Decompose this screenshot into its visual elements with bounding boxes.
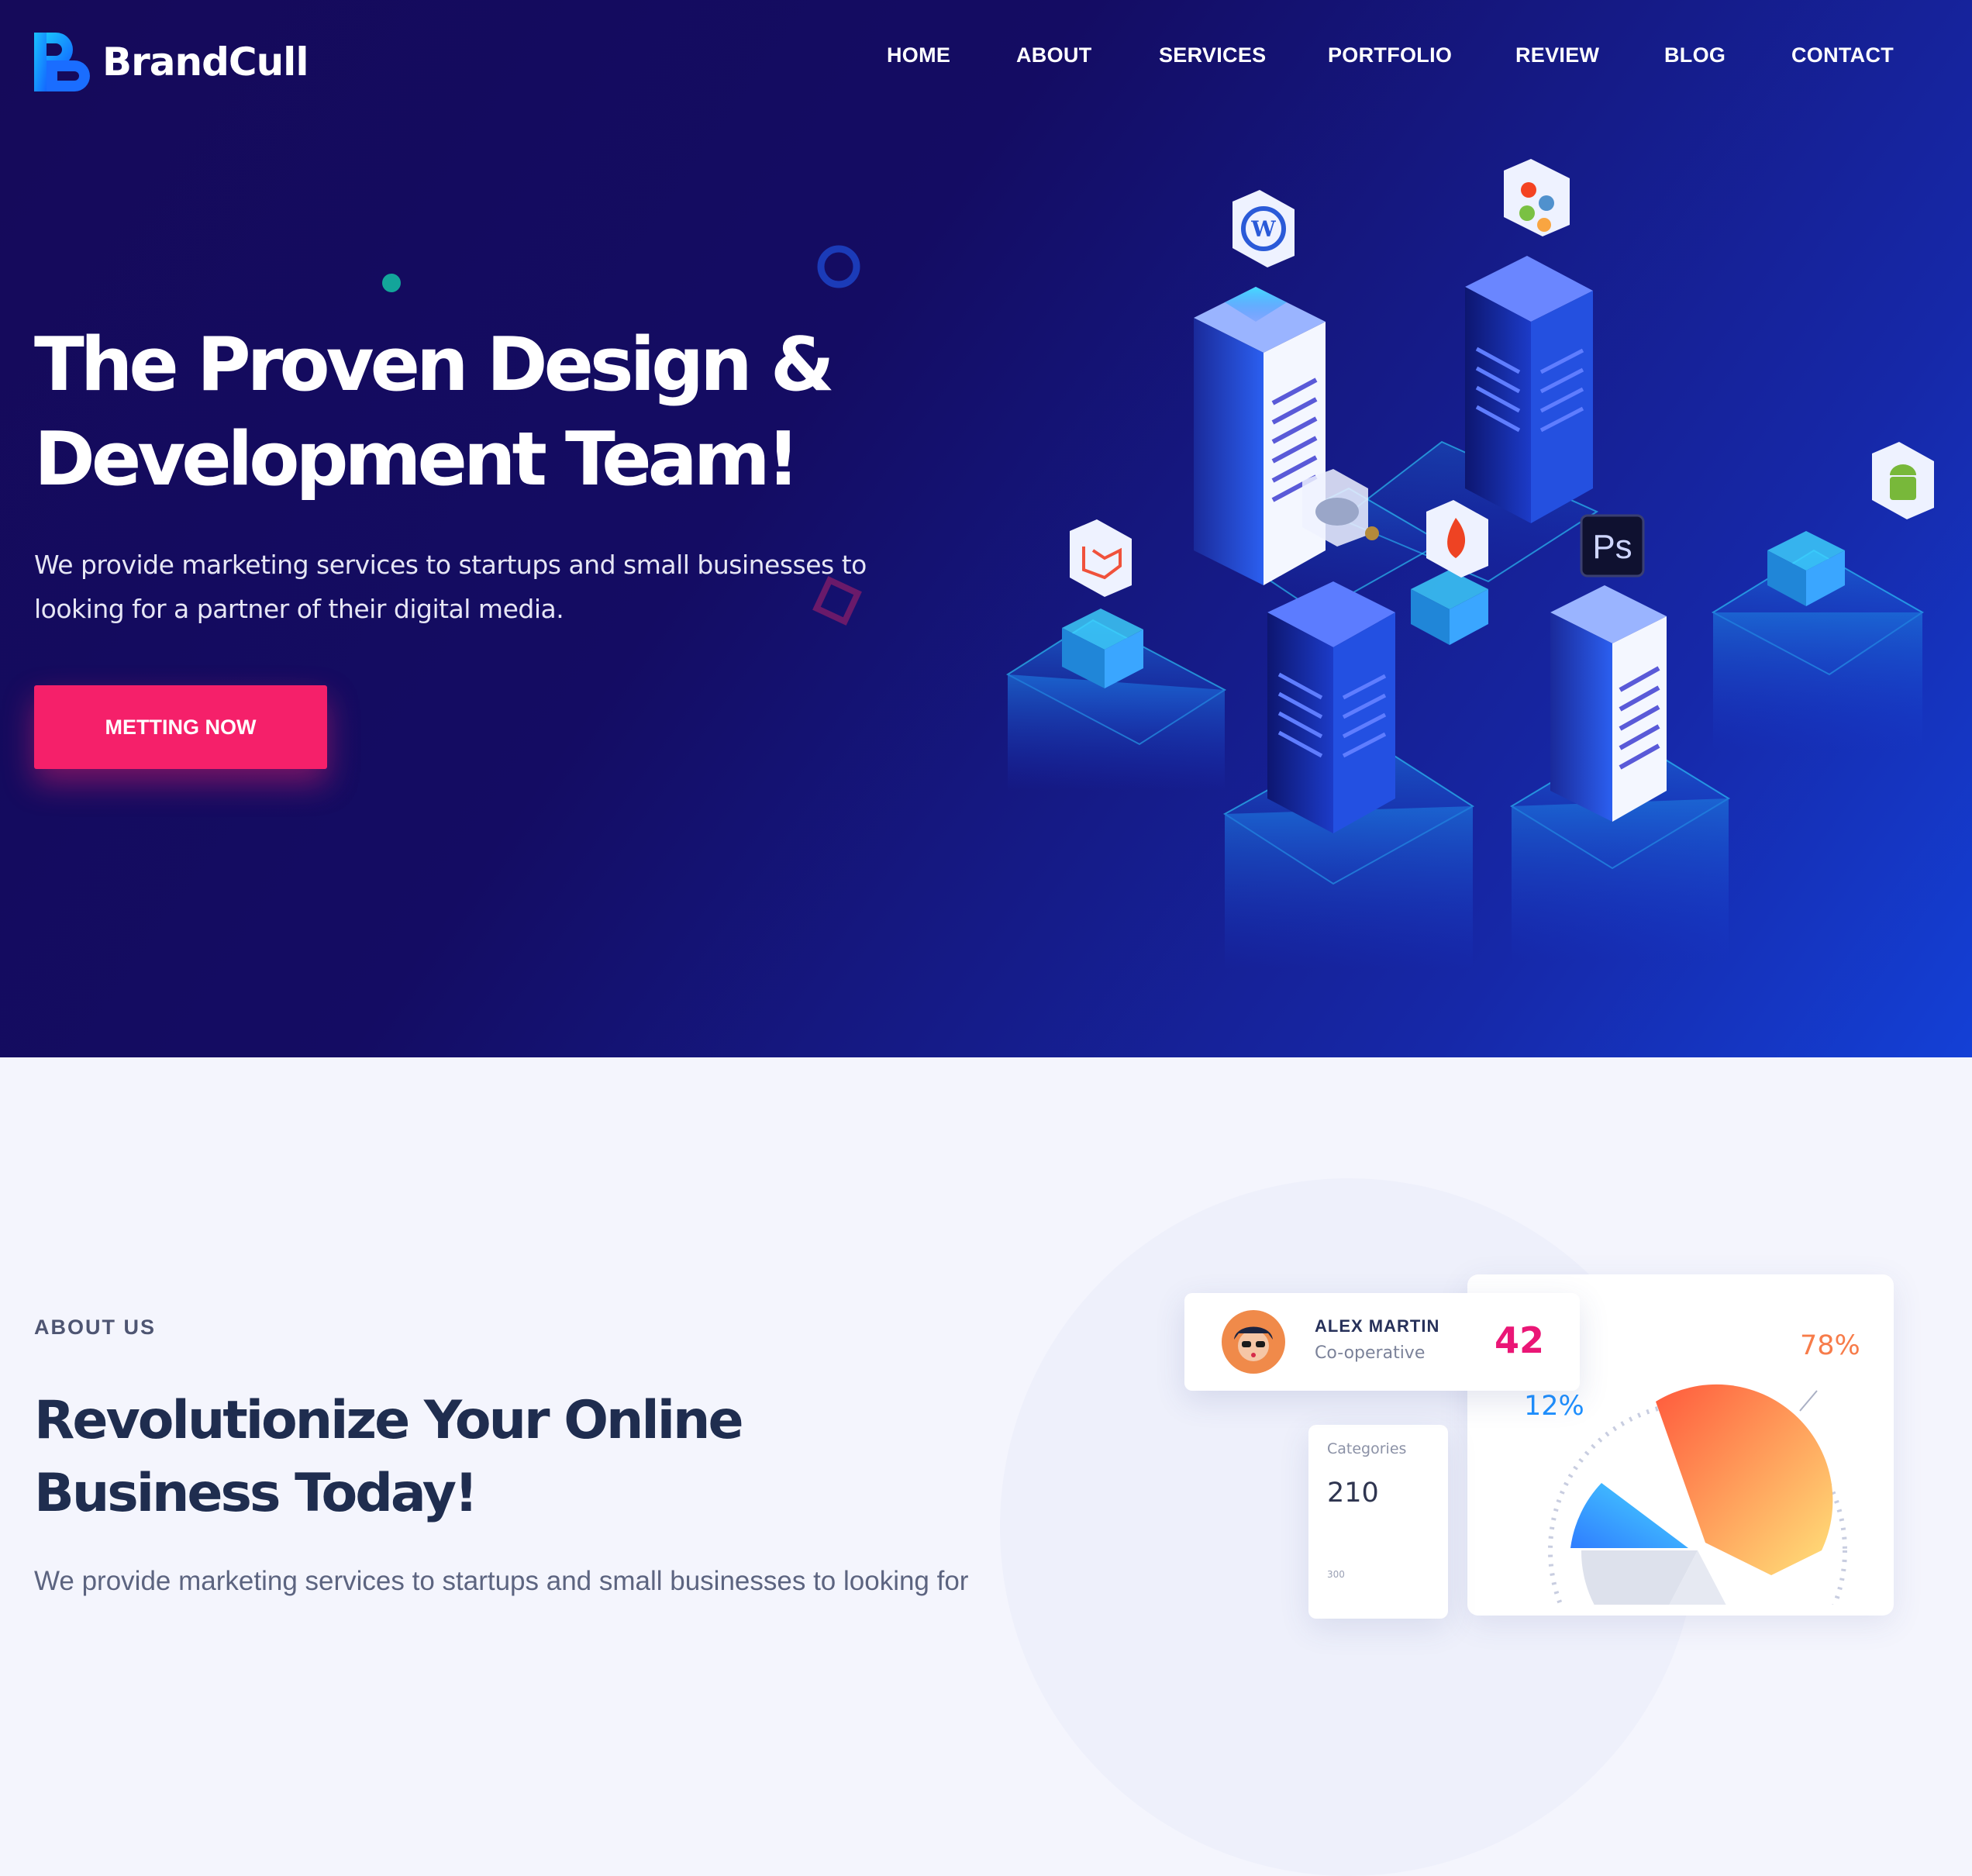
nav-contact[interactable]: CONTACT [1791,43,1894,67]
nav-portfolio[interactable]: PORTFOLIO [1328,43,1452,67]
hero-description: We provide marketing services to startup… [34,543,887,631]
server-tower-2 [1465,256,1593,523]
avatar [1222,1310,1285,1374]
pie-label-line [1799,1390,1818,1412]
pie-label-small: 12% [1524,1391,1584,1422]
profile-role: Co-operative [1315,1343,1426,1363]
categories-label: Categories [1327,1440,1407,1457]
hero-illustration: W Ps [1006,159,1934,969]
hero-description-line1: We provide marketing services to startup… [34,550,867,580]
nav-services[interactable]: SERVICES [1159,43,1266,67]
meeting-now-button[interactable]: METTING NOW [34,685,327,769]
svg-text:W: W [1250,216,1276,242]
categories-value: 210 [1327,1478,1379,1509]
decor-ring [817,245,860,288]
about-title: Revolutionize Your Online Business Today… [34,1385,809,1530]
nav-review[interactable]: REVIEW [1515,43,1599,67]
hero-section: BrandCull HOME ABOUT SERVICES PORTFOLIO … [0,0,1972,1057]
hero-title-line2: Development Team! [34,417,800,502]
server-tower-1 [1194,287,1326,585]
nav-home[interactable]: HOME [887,43,950,67]
joomla-icon [1504,159,1570,236]
decor-dot [382,274,401,292]
decor-small-dot [1365,526,1379,540]
photoshop-icon: Ps [1580,514,1645,578]
server-tower-4 [1550,585,1667,822]
categories-card: Categories 210 300 [1308,1425,1448,1619]
about-title-line2: Business Today! [34,1463,478,1524]
categories-axis-tick: 300 [1327,1569,1345,1580]
profile-card: ALEX MARTIN Co-operative 42 [1184,1293,1580,1391]
profile-stat: 42 [1495,1319,1545,1361]
server-tower-3 [1267,581,1395,833]
profile-name: ALEX MARTIN [1315,1316,1440,1336]
about-title-line1: Revolutionize Your Online [34,1390,744,1451]
laravel-icon [1070,519,1132,597]
hero-title-line1: The Proven Design & [34,322,835,408]
wordpress-icon: W [1232,190,1295,267]
nav-blog[interactable]: BLOG [1664,43,1726,67]
about-tag: ABOUT US [34,1316,156,1339]
main-nav: HOME ABOUT SERVICES PORTFOLIO REVIEW BLO… [0,43,1972,74]
hero-title: The Proven Design & Development Team! [34,318,848,507]
about-description: We provide marketing services to startup… [34,1566,969,1596]
photoshop-label: Ps [1592,528,1632,566]
avatar-image [1222,1310,1285,1374]
nav-about[interactable]: ABOUT [1016,43,1092,67]
android-icon [1872,442,1934,519]
hero-description-line2: looking for a partner of their digital m… [34,594,564,624]
pie-slice-blue [1570,1483,1688,1548]
pie-label-large: 78% [1800,1330,1860,1361]
